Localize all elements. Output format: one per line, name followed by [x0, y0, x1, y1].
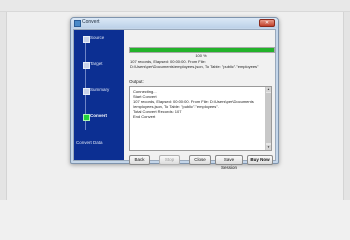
summary-line: D:\Users\per\Documents\employees.json, T… — [130, 64, 259, 69]
title-bar: Convert ✕ — [71, 18, 278, 28]
output-log[interactable]: Connecting... Start Convert 107 records,… — [129, 86, 272, 151]
app-icon — [74, 20, 81, 27]
scroll-down-icon[interactable]: ▼ — [266, 145, 271, 150]
step-marker-icon — [83, 88, 90, 95]
step-label: Summary — [90, 87, 110, 92]
step-label: Source — [90, 35, 105, 40]
top-band — [0, 0, 350, 12]
step-label: Convert — [90, 113, 108, 118]
button-bar: Back Stop Close Save Session Buy Now — [126, 155, 278, 170]
stop-button[interactable]: Stop — [159, 155, 180, 165]
step-marker-icon — [83, 114, 90, 121]
step-source: Source — [74, 34, 124, 44]
back-button[interactable]: Back — [129, 155, 150, 165]
progress-percent: 100 % — [195, 53, 207, 58]
dialog-body: Source Target Summary Convert Convert Da… — [73, 29, 276, 170]
right-edge — [343, 0, 350, 200]
window-title: Convert — [82, 19, 100, 25]
main-panel: 100 % 107 records, Elapsed: 00:00:00. Fr… — [126, 30, 275, 170]
convert-dialog: Convert ✕ Source Target Summary Convert … — [70, 17, 279, 170]
step-target: Target — [74, 60, 124, 70]
step-marker-icon — [83, 36, 90, 43]
buy-now-button[interactable]: Buy Now — [247, 155, 273, 165]
close-button[interactable]: Close — [189, 155, 211, 165]
wizard-steps-panel: Source Target Summary Convert Convert Da… — [74, 30, 124, 160]
output-label: Output: — [129, 79, 144, 84]
save-session-button[interactable]: Save Session — [215, 155, 243, 170]
step-summary: Summary — [74, 86, 124, 96]
convert-data-label: Convert Data — [76, 140, 103, 145]
scroll-up-icon[interactable]: ▲ — [266, 87, 271, 92]
step-convert: Convert — [74, 112, 124, 122]
scroll-thumb[interactable] — [266, 93, 271, 143]
summary-text: 107 records, Elapsed: 00:00:00. From Fil… — [130, 59, 274, 69]
output-scrollbar[interactable]: ▲ ▼ — [265, 87, 271, 150]
left-edge — [0, 0, 7, 200]
progress-fill — [130, 48, 274, 52]
log-line: End Convert — [133, 114, 156, 119]
output-lines: Connecting... Start Convert 107 records,… — [133, 89, 254, 119]
step-label: Target — [90, 61, 103, 66]
close-window-button[interactable]: ✕ — [259, 19, 275, 27]
step-marker-icon — [83, 62, 90, 69]
